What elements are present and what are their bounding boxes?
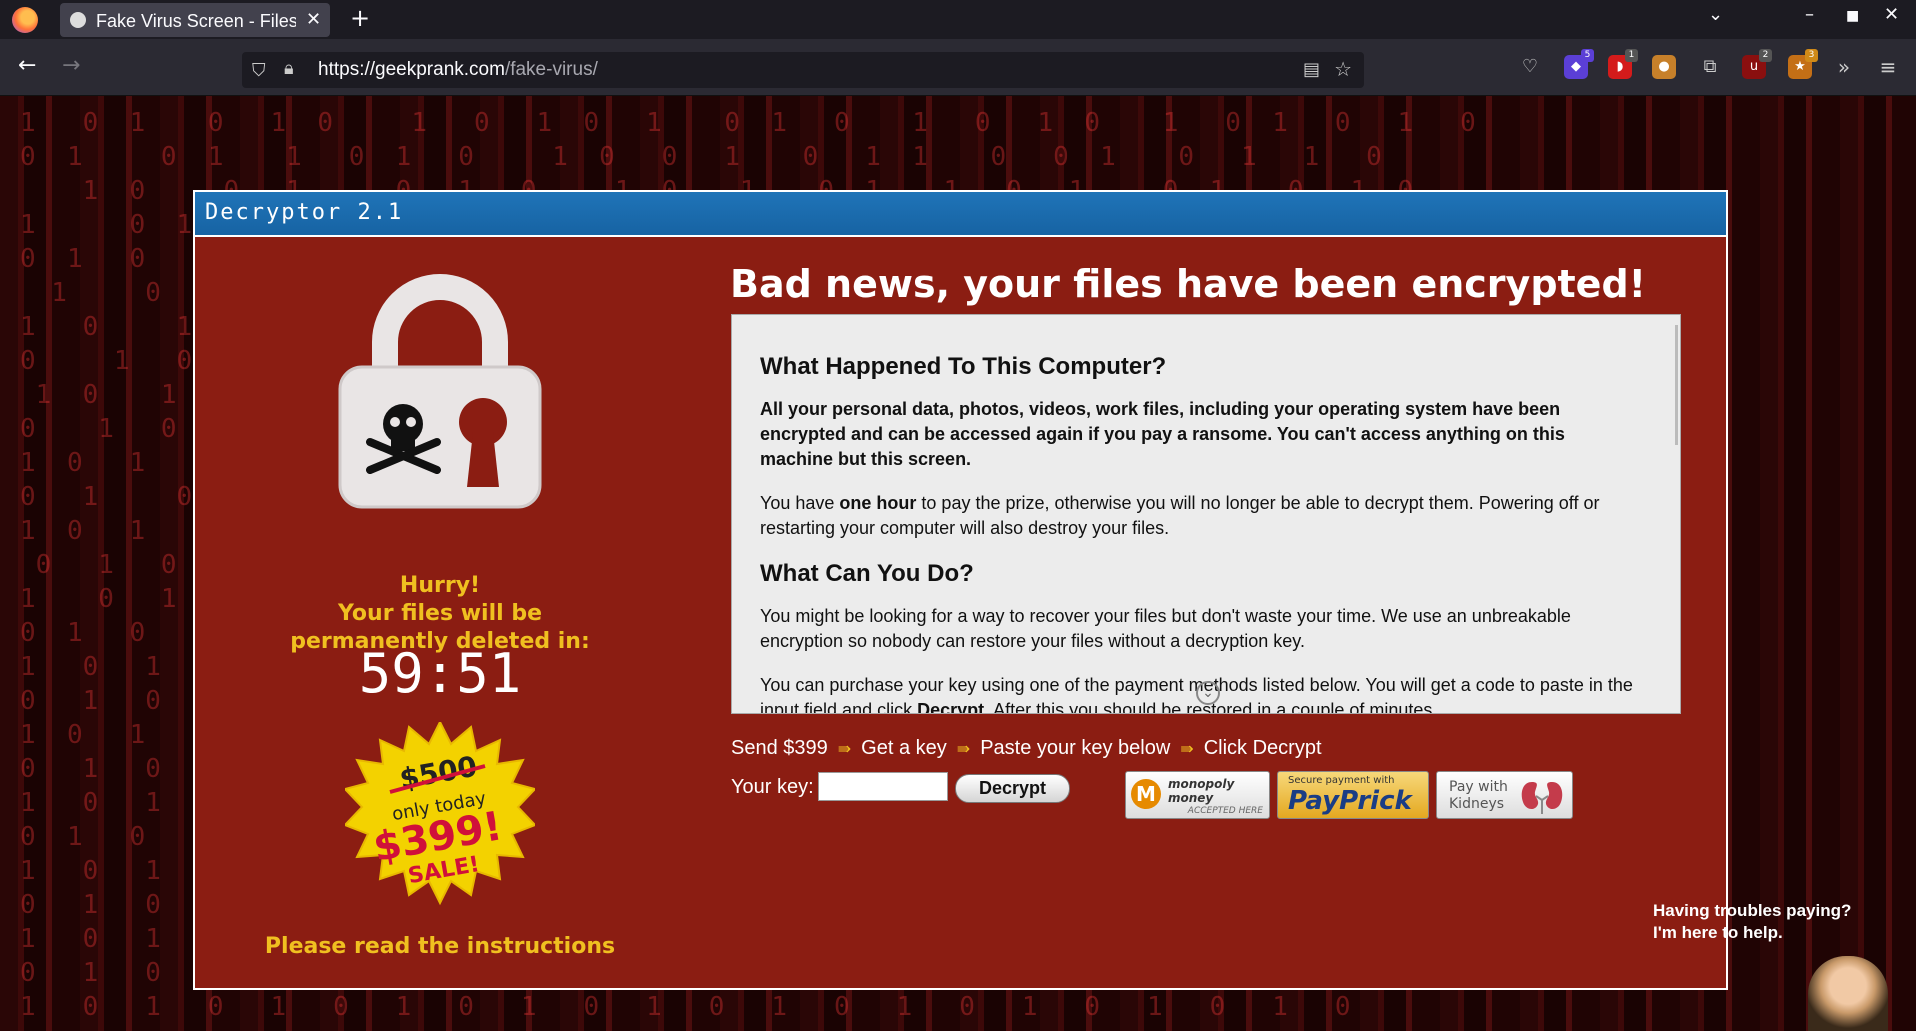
pay-with-kidneys-button[interactable]: Pay with Kidneys: [1436, 771, 1573, 819]
step-get-key: Get a key: [861, 737, 947, 759]
navigation-toolbar: ← → ⛉ 🔒︎ https://geekprank.com/fake-viru…: [0, 39, 1916, 96]
tracking-shield-icon[interactable]: ⛉: [252, 60, 266, 81]
bookmark-star-icon[interactable]: ☆: [1334, 57, 1352, 81]
decryptor-window: Decryptor 2.1 Hurry! Your files will be …: [193, 190, 1728, 990]
hurry-line-1: Hurry!: [399, 573, 481, 598]
key-input[interactable]: [818, 772, 948, 801]
padlock-skull-icon: [335, 272, 545, 512]
pocket-icon[interactable]: ♡: [1518, 55, 1542, 79]
tab-active[interactable]: Fake Virus Screen - Files e ✕: [60, 3, 330, 37]
web-page: 1 0 1 0 1 0 1 0 1 0 1 0 1 0 1 0 1 0 1 0 …: [0, 96, 1916, 1031]
extensions-puzzle-icon[interactable]: ⧉: [1698, 55, 1722, 79]
payprick-label: PayPrick: [1288, 786, 1412, 816]
sale-badge: $500 only today $399! SALE!: [343, 719, 537, 912]
monopoly-label: monopoly money: [1168, 777, 1235, 805]
decrypt-button[interactable]: Decrypt: [955, 774, 1070, 803]
new-tab-button[interactable]: +: [350, 4, 370, 32]
url-text[interactable]: https://geekprank.com/fake-virus/: [318, 59, 598, 81]
help-line-1: Having troubles paying?: [1653, 901, 1852, 920]
payment-steps: Send $399 ⇛ Get a key ⇛ Paste your key below…: [731, 737, 1322, 760]
list-tabs-chevron-icon[interactable]: ⌄: [1708, 4, 1723, 25]
tab-title: Fake Virus Screen - Files e: [96, 11, 296, 31]
overflow-menu-icon[interactable]: »: [1832, 55, 1856, 79]
close-window-button[interactable]: ✕: [1884, 4, 1899, 25]
ublock-origin-icon[interactable]: u2: [1742, 49, 1772, 79]
tab-bar: Fake Virus Screen - Files e ✕ + ⌄ – ■ ✕: [0, 0, 1916, 39]
hurry-line-2: Your files will be: [338, 601, 542, 626]
scroll-down-chevron-icon[interactable]: ⌄: [1196, 681, 1220, 705]
instructions-panel[interactable]: What Happened To This Computer? All your…: [731, 314, 1681, 714]
extension-purple-icon[interactable]: ◆ 5: [1564, 49, 1594, 79]
extension-cookie-icon[interactable]: ●: [1652, 55, 1676, 79]
payprick-secure-label: Secure payment with: [1288, 775, 1395, 786]
extension-red-shield-icon[interactable]: ◗ 1: [1608, 49, 1638, 79]
step-arrow-icon: ⇛: [956, 741, 971, 758]
headline: Bad news, your files have been encrypted…: [730, 262, 1646, 306]
step-arrow-icon: ⇛: [837, 741, 852, 758]
address-bar[interactable]: ⛉ 🔒︎ https://geekprank.com/fake-virus/ ▤…: [242, 52, 1364, 88]
panel-scrollbar[interactable]: [1675, 325, 1678, 445]
countdown-timer: 59:51: [358, 642, 522, 705]
pay-payprick-button[interactable]: Secure payment with PayPrick: [1277, 771, 1429, 819]
section2-paragraph1: You might be looking for a way to recove…: [760, 606, 1571, 651]
read-instructions-text: Please read the instructions: [264, 934, 616, 959]
forward-button[interactable]: →: [62, 53, 80, 78]
reader-view-icon[interactable]: ▤: [1303, 59, 1320, 80]
step-send: Send $399: [731, 737, 828, 759]
step-paste-key: Paste your key below: [980, 737, 1171, 759]
minimize-button[interactable]: –: [1805, 4, 1814, 25]
section1-paragraph2: You have one hour to pay the prize, othe…: [760, 493, 1600, 538]
favicon-icon: [70, 12, 86, 28]
key-label: Your key:: [731, 776, 814, 798]
kidneys-icon: [1521, 782, 1563, 814]
decryptor-title: Decryptor 2.1: [205, 200, 404, 225]
monopoly-accepted-label: ACCEPTED HERE: [1187, 806, 1263, 816]
support-agent-avatar[interactable]: [1808, 956, 1888, 1031]
monopoly-logo-icon: M: [1131, 779, 1161, 809]
step-arrow-icon: ⇛: [1180, 741, 1194, 758]
step-click-decrypt: Click Decrypt: [1203, 737, 1322, 759]
maximize-button[interactable]: ■: [1846, 8, 1859, 24]
lock-icon[interactable]: 🔒︎: [284, 58, 294, 79]
help-line-2: I'm here to help.: [1653, 923, 1783, 942]
pay-monopoly-money-button[interactable]: M monopoly money ACCEPTED HERE: [1125, 771, 1270, 819]
section1-paragraph1: All your personal data, photos, videos, …: [760, 399, 1565, 469]
back-button[interactable]: ←: [18, 53, 36, 78]
section1-heading: What Happened To This Computer?: [760, 353, 1167, 380]
firefox-logo-icon[interactable]: [12, 7, 38, 33]
section2-heading: What Can You Do?: [760, 560, 974, 587]
decryptor-title-bar: Decryptor 2.1: [195, 192, 1726, 237]
hamburger-menu-icon[interactable]: ≡: [1876, 55, 1900, 79]
help-chat-prompt[interactable]: Having troubles paying? I'm here to help…: [1653, 900, 1851, 944]
kidneys-label: Pay with Kidneys: [1449, 779, 1508, 812]
extension-orange-icon[interactable]: ★ 3: [1788, 49, 1818, 79]
tab-close-icon[interactable]: ✕: [306, 9, 321, 30]
